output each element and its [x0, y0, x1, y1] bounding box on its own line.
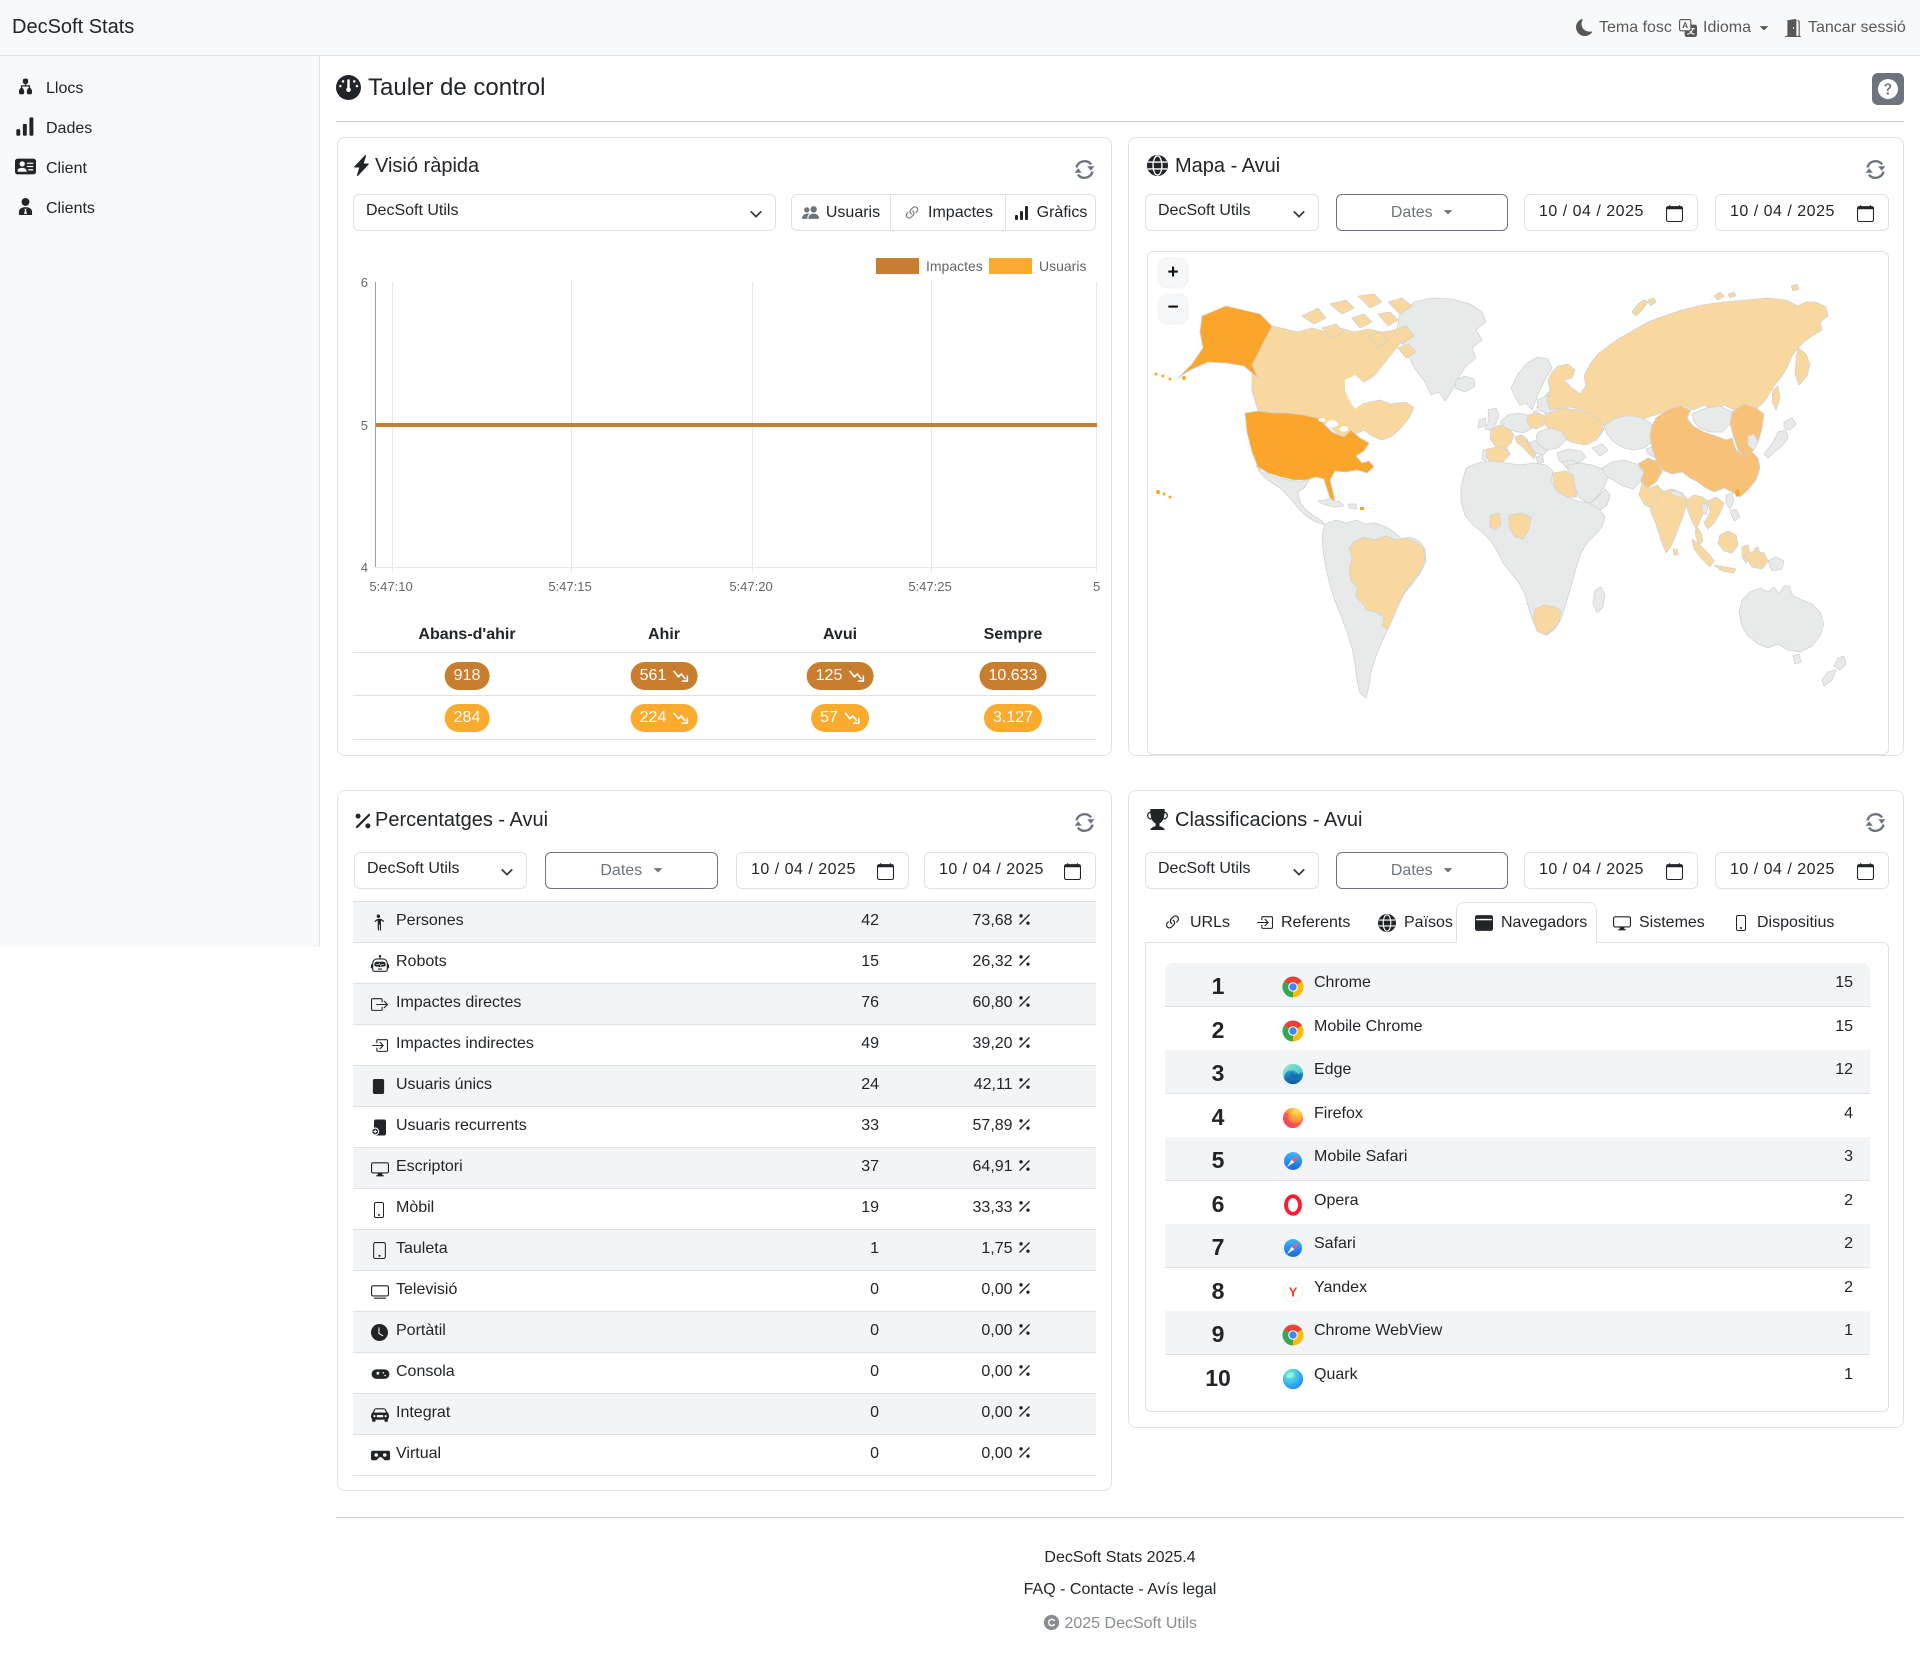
svg-text:Y: Y: [1289, 1285, 1298, 1300]
